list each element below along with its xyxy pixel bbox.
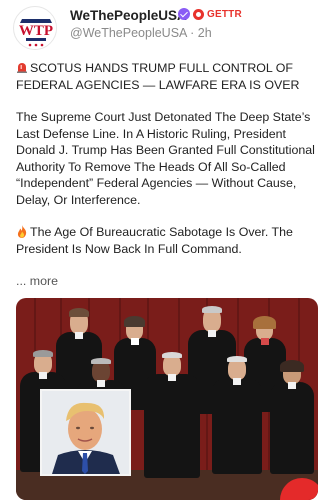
author-name[interactable]: WeThePeopleUSA [70, 8, 187, 23]
post-paragraph-1: The Supreme Court Just Detonated The Dee… [16, 110, 315, 207]
inset-portrait [40, 389, 131, 476]
svg-text:WTP: WTP [19, 23, 53, 39]
handle-timestamp: @WeThePeopleUSA · 2h [70, 26, 212, 40]
verified-badge-icon [178, 8, 190, 20]
post-header: WTP WeThePeopleUSA GETTR @WeThePeopleUSA… [0, 0, 334, 50]
post-image[interactable] [16, 298, 318, 500]
platform-label: GETTR [207, 8, 242, 20]
post-headline: SCOTUS HANDS TRUMP FULL CONTROL OF FEDER… [16, 60, 321, 93]
gettr-logo-icon [193, 8, 204, 20]
police-light-icon [17, 63, 27, 73]
wtp-logo-icon: WTP [15, 8, 56, 49]
more-link[interactable]: ... more [16, 274, 58, 288]
post-paragraph-2: The Age Of Bureaucratic Sabotage Is Over… [16, 224, 321, 257]
paragraph-2-text: The Age Of Bureaucratic Sabotage Is Over… [16, 225, 293, 256]
avatar[interactable]: WTP [13, 6, 57, 50]
portrait-illustration [42, 391, 129, 474]
post-body: SCOTUS HANDS TRUMP FULL CONTROL OF FEDER… [16, 60, 321, 273]
author-badges: GETTR [178, 8, 242, 20]
headline-text: SCOTUS HANDS TRUMP FULL CONTROL OF FEDER… [16, 61, 300, 92]
fire-icon [17, 225, 27, 238]
